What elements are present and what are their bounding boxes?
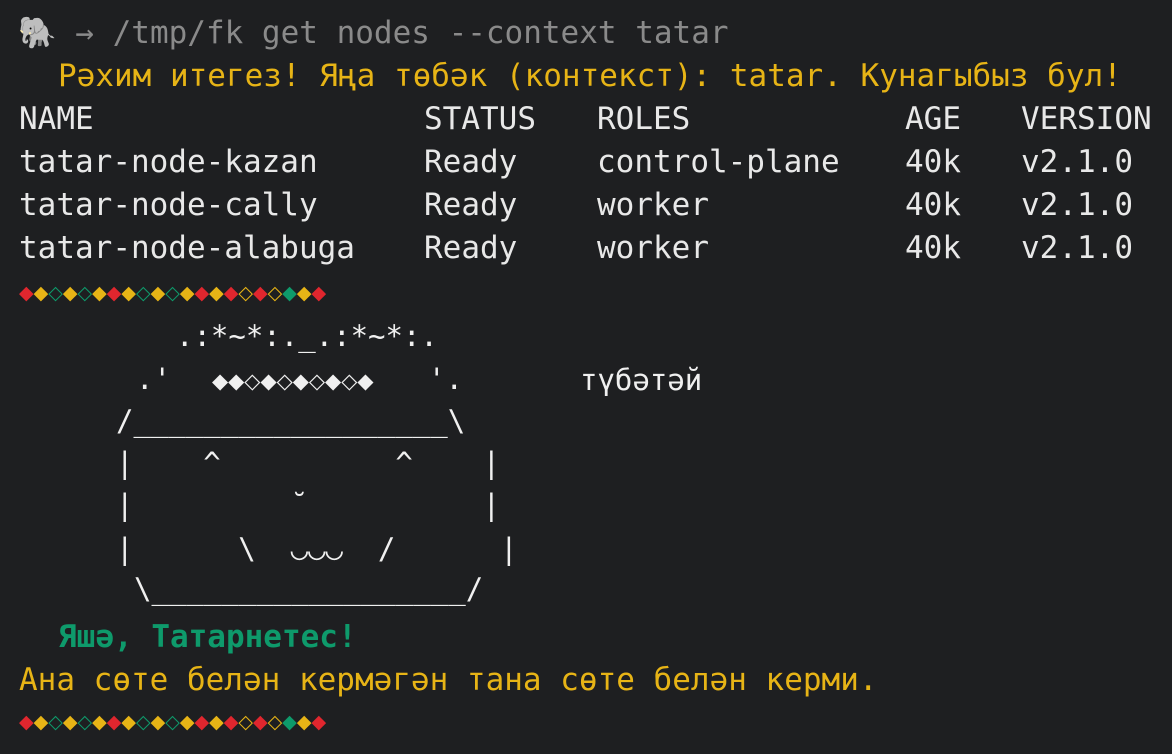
diamond-icon: ◆ [106, 711, 122, 733]
diamond-icon: ◆ [194, 282, 210, 304]
diamond-icon: ◇ [267, 711, 283, 733]
node-version-cell: v2.1.0 [1021, 144, 1133, 180]
art-line: | ˘ | [116, 488, 501, 522]
diamond-icon: ◇ [77, 282, 93, 304]
diamond-icon: ◇ [165, 282, 180, 304]
diamond-icon: ◆ [311, 711, 327, 733]
proverb-text: Ана сөте белән кермәгән тана сөте белән … [19, 662, 878, 698]
diamond-icon: ◆ [62, 711, 78, 733]
node-age-cell: 40k [905, 187, 961, 223]
diamond-icon: ◆ [33, 282, 49, 304]
column-header-age: AGE [905, 101, 961, 137]
diamond-icon: ◇ [165, 711, 180, 733]
art-line: /__________________\ [116, 404, 466, 438]
diamond-icon: ◇ [238, 711, 253, 733]
diamond-icon: ◆ [223, 711, 239, 733]
node-name-cell: tatar-node-alabuga [19, 230, 355, 266]
diamond-icon: ◇ [136, 711, 151, 733]
diamond-icon: ◆ [33, 711, 49, 733]
diamond-icon: ◆ [179, 711, 195, 733]
column-header-name: NAME [19, 101, 94, 137]
diamond-icon: ◆ [209, 282, 224, 304]
diamond-icon: ◆ [282, 711, 297, 733]
welcome-message: Рәхим итегез! Яңа төбәк (контекст): tata… [58, 58, 1122, 94]
node-age-cell: 40k [905, 230, 961, 266]
diamond-icon: ◆ [179, 282, 195, 304]
node-status-cell: Ready [424, 144, 518, 180]
art-ornament-pattern: ◆◆◇◆◇◆◇◆◇◆ [212, 369, 374, 393]
diamond-icon: ◆ [194, 711, 210, 733]
diamond-icon: ◇ [267, 282, 283, 304]
diamond-icon: ◆ [92, 282, 107, 304]
node-status-cell: Ready [424, 230, 518, 266]
diamond-icon: ◆ [311, 282, 327, 304]
node-age-cell: 40k [905, 144, 961, 180]
diamond-icon: ◇ [77, 711, 93, 733]
diamond-icon: ◆ [150, 711, 166, 733]
art-line: .:*~*:._.:*~*:. [176, 319, 438, 353]
elephant-icon: 🐘 [18, 15, 57, 51]
command-text: /tmp/fk get nodes --context tatar [112, 15, 729, 51]
prompt-arrow-icon: → [75, 15, 94, 51]
diamond-icon: ◆ [150, 282, 166, 304]
diamond-icon: ◆ [223, 282, 239, 304]
node-roles-cell: worker [597, 187, 709, 223]
art-line: .' [136, 362, 171, 396]
diamond-icon: ◇ [48, 711, 63, 733]
diamond-icon: ◆ [209, 711, 224, 733]
column-header-status: STATUS [424, 101, 536, 137]
node-version-cell: v2.1.0 [1021, 187, 1133, 223]
diamond-icon: ◆ [62, 282, 78, 304]
node-name-cell: tatar-node-kazan [19, 144, 318, 180]
node-version-cell: v2.1.0 [1021, 230, 1133, 266]
diamond-icon: ◆ [282, 282, 297, 304]
diamond-icon: ◆ [296, 711, 312, 733]
diamond-icon: ◇ [238, 282, 253, 304]
diamond-icon: ◆ [253, 282, 268, 304]
node-name-cell: tatar-node-cally [19, 187, 318, 223]
art-line: | ^ ^ | [116, 446, 501, 480]
ornament-divider: ◆◆◇◆◇◆◆◆◇◆◇◆◆◆◆◇◆◇◆◆◆ [19, 712, 326, 732]
diamond-icon: ◆ [253, 711, 268, 733]
node-status-cell: Ready [424, 187, 518, 223]
diamond-icon: ◆ [19, 282, 34, 304]
column-header-roles: ROLES [597, 101, 691, 137]
art-line: \__________________/ [134, 572, 484, 606]
diamond-icon: ◇ [136, 282, 151, 304]
column-header-version: VERSION [1021, 101, 1152, 137]
tubeteika-label: түбәтәй [580, 363, 703, 397]
diamond-icon: ◆ [106, 282, 122, 304]
ornament-divider: ◆◆◇◆◇◆◆◆◇◆◇◆◆◆◆◇◆◇◆◆◆ [19, 283, 326, 303]
diamond-icon: ◆ [296, 282, 312, 304]
node-roles-cell: worker [597, 230, 709, 266]
command-prompt-line: 🐘 → /tmp/fk get nodes --context tatar [18, 13, 729, 53]
art-line: | \ ◡◡◡ / | [116, 532, 518, 566]
diamond-icon: ◆ [121, 711, 136, 733]
node-roles-cell: control-plane [597, 144, 840, 180]
diamond-icon: ◇ [48, 282, 63, 304]
slogan-text: Яшә, Татарнетес! [58, 619, 357, 655]
diamond-icon: ◆ [92, 711, 107, 733]
diamond-icon: ◆ [121, 282, 136, 304]
art-line: '. [428, 362, 463, 396]
diamond-icon: ◆ [19, 711, 34, 733]
terminal-window: 🐘 → /tmp/fk get nodes --context tatar Рә… [0, 0, 1172, 754]
